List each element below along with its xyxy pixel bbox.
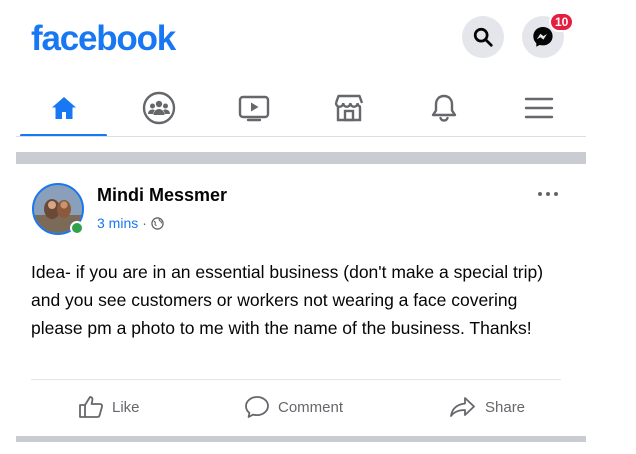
groups-icon	[142, 91, 175, 125]
comment-label: Comment	[278, 398, 344, 416]
search-button[interactable]	[462, 16, 504, 58]
author-avatar-wrapper[interactable]	[32, 183, 84, 235]
post-actions-divider	[31, 379, 561, 380]
post-body-text: Idea- if you are in an essential busines…	[31, 262, 544, 338]
more-icon	[538, 192, 558, 196]
messenger-badge: 10	[549, 12, 575, 32]
tab-home[interactable]	[16, 80, 111, 137]
bell-icon	[431, 94, 456, 122]
tab-marketplace[interactable]	[301, 80, 396, 136]
share-button[interactable]: Share	[449, 392, 525, 422]
comment-icon	[245, 396, 269, 418]
home-icon	[51, 97, 76, 119]
feed-separator	[16, 152, 586, 164]
meta-separator: ·	[142, 215, 147, 231]
tab-watch[interactable]	[206, 80, 301, 136]
online-status-dot	[70, 221, 84, 235]
post-time[interactable]: 3 mins	[97, 215, 138, 231]
post-meta: 3 mins ·	[97, 215, 164, 231]
comment-button[interactable]: Comment	[244, 392, 343, 422]
tab-notifications[interactable]	[396, 80, 491, 136]
facebook-logo[interactable]: facebook	[31, 17, 176, 61]
like-icon	[79, 396, 103, 418]
feed-separator-bottom	[16, 436, 586, 442]
post-more-button[interactable]	[534, 186, 562, 202]
facebook-mobile-app: facebook 10 Mindi Messmer 3 mins · Idea-…	[0, 0, 636, 454]
tab-groups[interactable]	[111, 80, 206, 136]
marketplace-icon	[334, 94, 363, 122]
nav-divider	[16, 136, 586, 137]
share-label: Share	[485, 398, 526, 416]
share-icon	[450, 397, 475, 417]
main-nav-tabs	[16, 80, 586, 137]
post-author-name[interactable]: Mindi Messmer	[97, 185, 227, 206]
like-button[interactable]: Like	[78, 392, 140, 422]
like-label: Like	[112, 398, 140, 416]
globe-icon	[151, 216, 164, 230]
search-icon	[473, 27, 493, 47]
watch-icon	[238, 95, 269, 122]
menu-icon	[524, 97, 553, 119]
tab-menu[interactable]	[491, 80, 586, 136]
